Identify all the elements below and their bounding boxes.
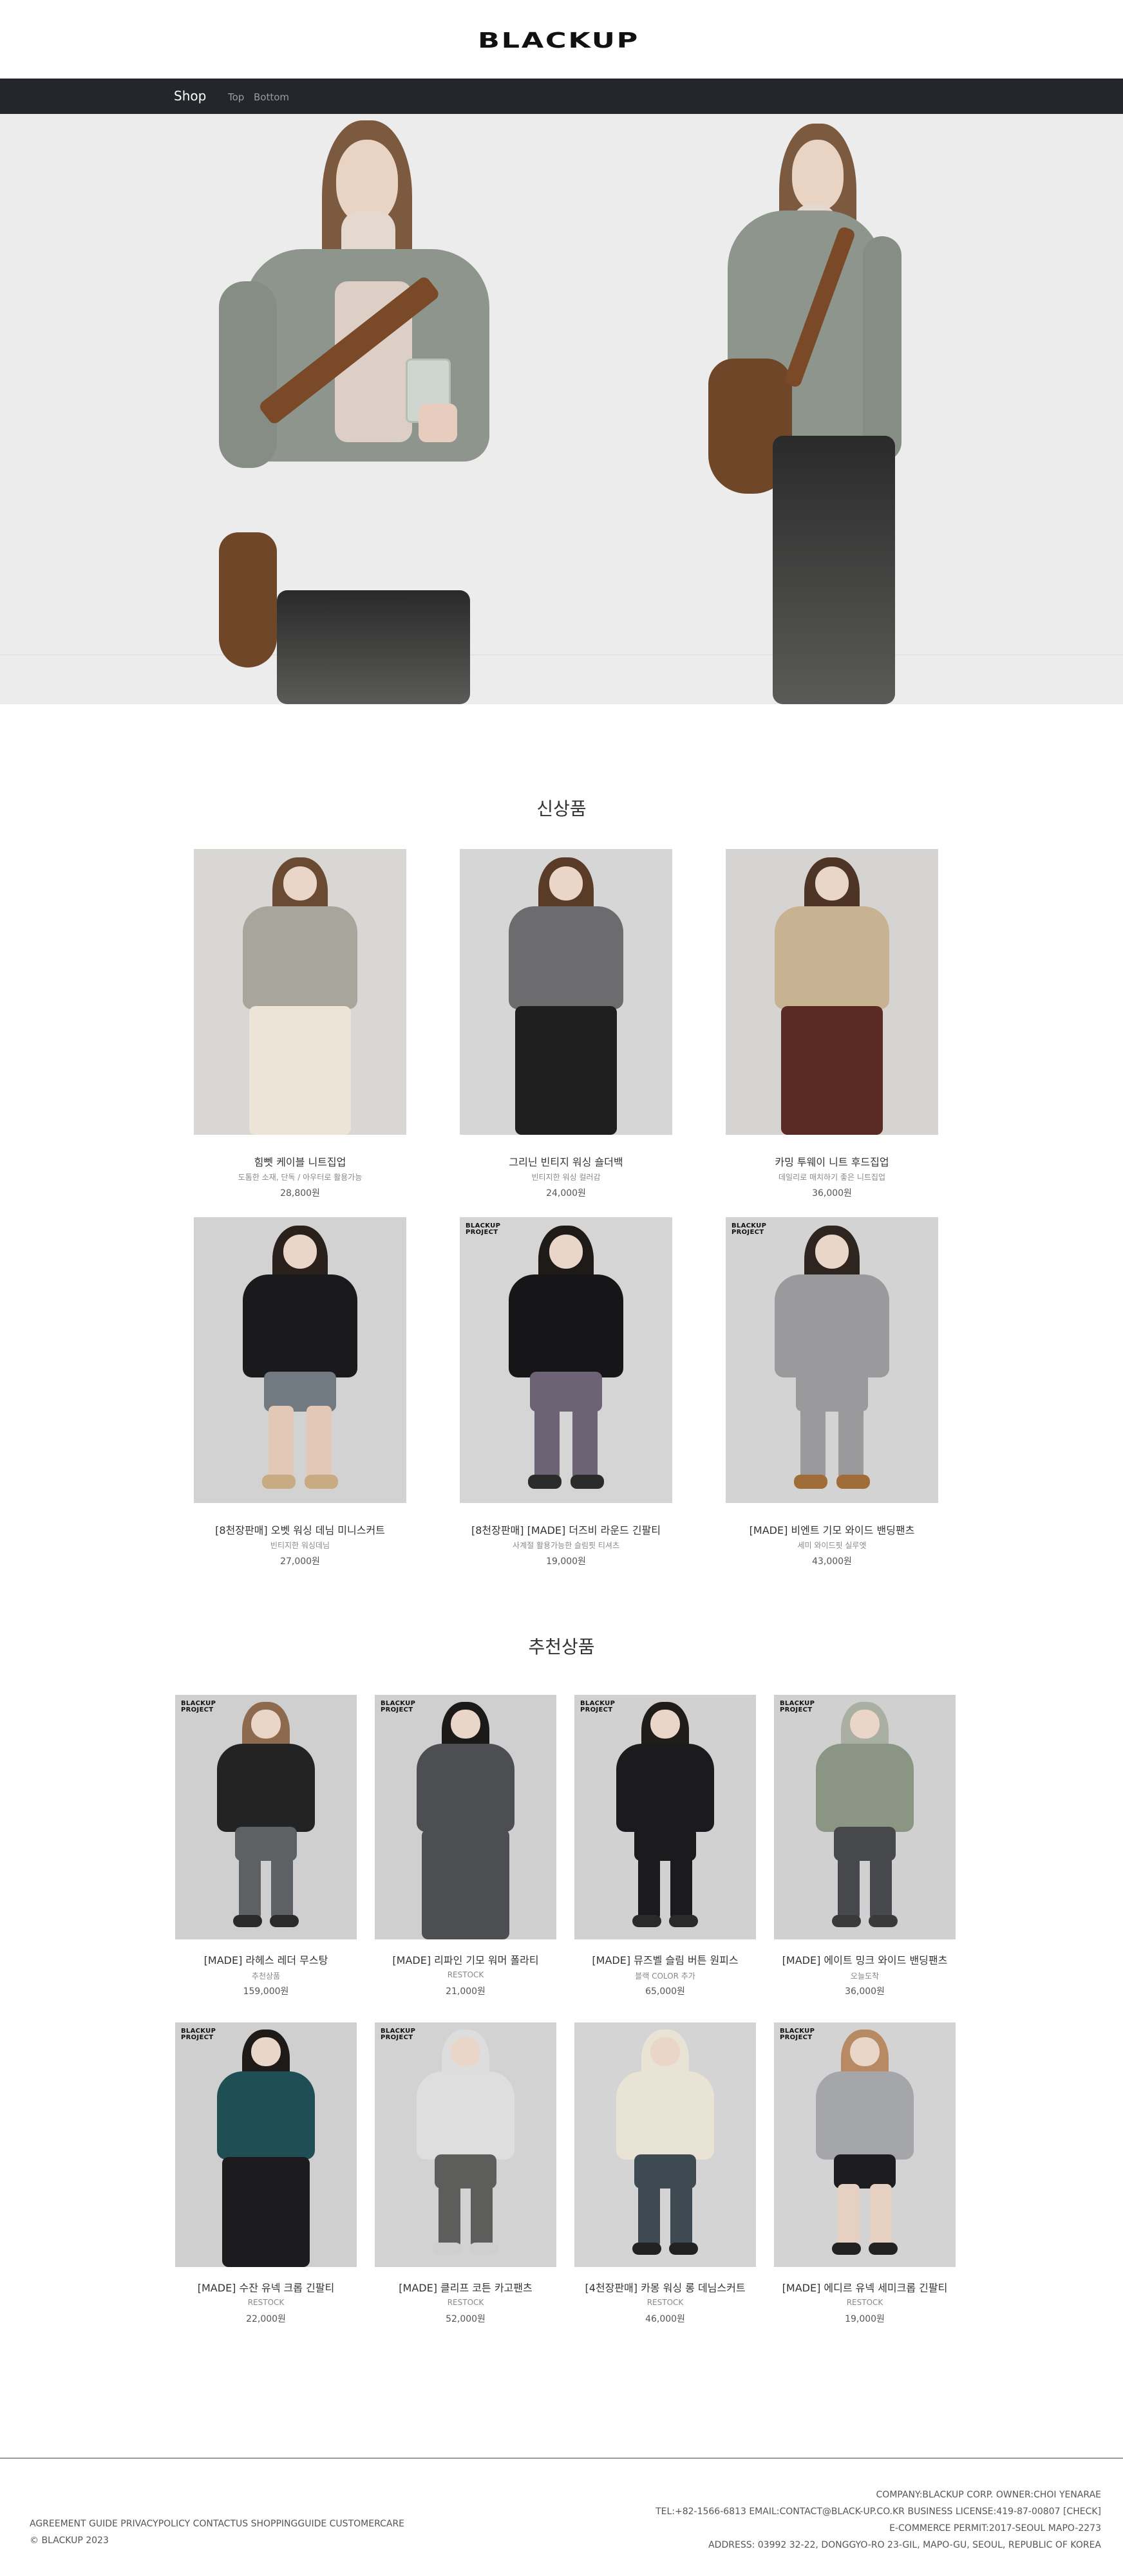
- brand-logo[interactable]: BLACKUP: [478, 28, 639, 53]
- recommended-product-image[interactable]: BLACKUP PROJECT: [574, 1695, 756, 1939]
- product-model: [460, 849, 672, 1135]
- new-product-price: 28,800원: [280, 1188, 320, 1199]
- new-product-name[interactable]: 그리닌 빈티지 워싱 숄더백: [437, 1153, 695, 1169]
- recommended-product-description: RESTOCK: [846, 2298, 883, 2307]
- new-product-description: 빈티지한 워싱데님: [270, 1541, 330, 1550]
- hero-model-left: [212, 114, 547, 704]
- nav-shop-link[interactable]: Shop: [174, 88, 206, 104]
- product-model: [574, 2022, 756, 2267]
- new-product-image[interactable]: [194, 849, 406, 1135]
- new-product-description: 데일리로 매치하기 좋은 니트집업: [778, 1173, 885, 1182]
- blackup-project-badge: BLACKUP PROJECT: [580, 1701, 615, 1713]
- new-product-description: 세미 와이드핏 실루엣: [797, 1541, 867, 1550]
- new-product-price: 19,000원: [546, 1556, 586, 1567]
- badge-line-2: PROJECT: [381, 1706, 413, 1713]
- hero-banner[interactable]: [0, 114, 1123, 704]
- recommended-product-image[interactable]: BLACKUP PROJECT: [375, 2022, 556, 2267]
- main-nav: Shop Top Bottom: [0, 79, 1123, 114]
- new-product-image[interactable]: BLACKUP PROJECT: [460, 1217, 672, 1503]
- footer-contact: TEL:+82-1566-6813 EMAIL:CONTACT@BLACK-UP…: [656, 2506, 1101, 2517]
- product-model: [175, 1695, 357, 1939]
- badge-line-2: PROJECT: [780, 2034, 813, 2041]
- recommended-product-image[interactable]: BLACKUP PROJECT: [175, 2022, 357, 2267]
- recommended-product-image[interactable]: BLACKUP PROJECT: [774, 1695, 956, 1939]
- blackup-project-badge: BLACKUP PROJECT: [181, 1701, 216, 1713]
- product-model: [460, 1217, 672, 1503]
- recommended-product-image[interactable]: BLACKUP PROJECT: [175, 1695, 357, 1939]
- product-model: [774, 1695, 956, 1939]
- footer-permit: E-COMMERCE PERMIT:2017-SEOUL MAPO-2273: [889, 2523, 1101, 2534]
- new-product-price: 27,000원: [280, 1556, 320, 1567]
- product-model: [375, 2022, 556, 2267]
- new-product-image[interactable]: [726, 849, 938, 1135]
- hero-model-right: [695, 114, 927, 704]
- new-product-description: 도톰한 소재, 단독 / 아우터로 활용가능: [238, 1173, 363, 1182]
- recommended-product-description: 오늘도착: [850, 1972, 880, 1981]
- recommended-product-price: 19,000원: [845, 2314, 885, 2324]
- blackup-project-badge: BLACKUP PROJECT: [780, 2028, 815, 2041]
- badge-line-2: PROJECT: [466, 1229, 498, 1236]
- product-model: [194, 849, 406, 1135]
- footer-links[interactable]: AGREEMENT GUIDE PRIVACYPOLICY CONTACTUS …: [30, 2519, 404, 2529]
- badge-line-2: PROJECT: [381, 2034, 413, 2041]
- new-products-title: 신상품: [536, 798, 587, 819]
- recommended-title: 추천상품: [528, 1636, 595, 1657]
- product-model: [774, 2022, 956, 2267]
- blackup-project-badge: BLACKUP PROJECT: [731, 1223, 766, 1236]
- new-product-image[interactable]: [460, 849, 672, 1135]
- new-product-image[interactable]: BLACKUP PROJECT: [726, 1217, 938, 1503]
- product-model: [375, 1695, 556, 1939]
- new-product-description: 사계절 활용가능한 슬림핏 티셔츠: [512, 1541, 619, 1550]
- badge-line-2: PROJECT: [731, 1229, 764, 1236]
- new-product-price: 43,000원: [812, 1556, 852, 1567]
- footer-address: ADDRESS: 03992 32-22, DONGGYO-RO 23-GIL,…: [708, 2540, 1101, 2550]
- recommended-product-image[interactable]: [574, 2022, 756, 2267]
- product-model: [726, 849, 938, 1135]
- new-product-image[interactable]: [194, 1217, 406, 1503]
- recommended-product-name[interactable]: [MADE] 에디르 유넥 세미크롭 긴팔티: [736, 2279, 994, 2295]
- badge-line-2: PROJECT: [780, 1706, 813, 1713]
- product-model: [175, 2022, 357, 2267]
- new-product-price: 24,000원: [546, 1188, 586, 1199]
- footer-copyright: © BLACKUP 2023: [30, 2535, 109, 2546]
- nav-top-link[interactable]: Top: [228, 91, 244, 103]
- new-product-name[interactable]: [8천장판매] 오벳 워싱 데님 미니스커트: [171, 1522, 429, 1537]
- blackup-project-badge: BLACKUP PROJECT: [381, 2028, 415, 2041]
- nav-bottom-link[interactable]: Bottom: [254, 91, 289, 103]
- blackup-project-badge: BLACKUP PROJECT: [181, 2028, 216, 2041]
- recommended-product-price: 36,000원: [845, 1986, 885, 1997]
- new-product-description: 빈티지한 워싱 컬러감: [531, 1173, 601, 1182]
- blackup-project-badge: BLACKUP PROJECT: [381, 1701, 415, 1713]
- footer-company: COMPANY:BLACKUP CORP. OWNER:CHOI YENARAE: [876, 2490, 1101, 2500]
- footer-divider: [0, 2458, 1123, 2459]
- blackup-project-badge: BLACKUP PROJECT: [780, 1701, 815, 1713]
- product-model: [726, 1217, 938, 1503]
- new-product-name[interactable]: [8천장판매] [MADE] 더즈비 라운드 긴팔티: [437, 1522, 695, 1537]
- new-product-price: 36,000원: [812, 1188, 852, 1199]
- blackup-project-badge: BLACKUP PROJECT: [466, 1223, 500, 1236]
- recommended-product-image[interactable]: BLACKUP PROJECT: [774, 2022, 956, 2267]
- badge-line-2: PROJECT: [580, 1706, 613, 1713]
- badge-line-2: PROJECT: [181, 2034, 214, 2041]
- product-model: [194, 1217, 406, 1503]
- recommended-product-image[interactable]: BLACKUP PROJECT: [375, 1695, 556, 1939]
- new-product-name[interactable]: 카밍 투웨이 니트 후드집업: [703, 1153, 961, 1169]
- recommended-product-name[interactable]: [MADE] 에이트 밍크 와이드 밴딩팬츠: [736, 1952, 994, 1967]
- badge-line-2: PROJECT: [181, 1706, 214, 1713]
- header: BLACKUP: [0, 0, 1123, 79]
- new-product-name[interactable]: [MADE] 비엔트 기모 와이드 밴딩팬츠: [703, 1522, 961, 1537]
- product-model: [574, 1695, 756, 1939]
- new-product-name[interactable]: 힘뻿 케이블 니트집업: [171, 1153, 429, 1169]
